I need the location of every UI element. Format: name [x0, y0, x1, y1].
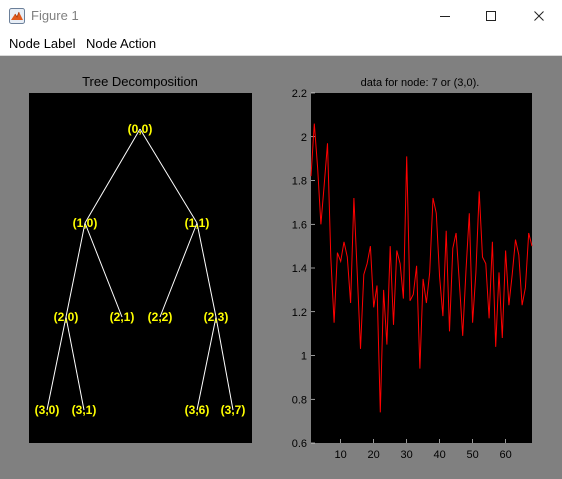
y-tick-label: 1.2 [292, 307, 307, 319]
y-tick-label: 2.2 [292, 88, 307, 100]
tree-node-1-0[interactable]: (1,0) [73, 216, 98, 230]
y-tick-label: 2 [301, 132, 307, 144]
minimize-icon [440, 15, 450, 17]
tree-node-0-0[interactable]: (0,0) [128, 122, 153, 136]
maximize-icon [486, 10, 496, 21]
tree-node-3-6[interactable]: (3,6) [185, 403, 210, 417]
y-tick-label: 1.4 [292, 263, 307, 275]
close-icon [534, 10, 544, 21]
menu-node-label[interactable]: Node Label [9, 36, 76, 51]
x-tick-label: 60 [499, 449, 511, 461]
y-tick-label: 1.6 [292, 219, 307, 231]
tree-node-2-0[interactable]: (2,0) [54, 310, 79, 324]
x-tick-label: 10 [335, 449, 347, 461]
y-tick-label: 0.6 [292, 438, 307, 450]
minimize-button[interactable] [422, 0, 468, 31]
tree-node-2-1[interactable]: (2,1) [110, 310, 135, 324]
x-tick-label: 20 [368, 449, 380, 461]
tree-node-2-3[interactable]: (2,3) [204, 310, 229, 324]
tree-node-1-1[interactable]: (1,1) [185, 216, 210, 230]
tree-node-3-7[interactable]: (3,7) [221, 403, 246, 417]
tree-node-3-0[interactable]: (3,0) [35, 403, 60, 417]
tree-axes [29, 93, 252, 443]
title-bar[interactable]: Figure 1 [0, 0, 562, 31]
tree-title: Tree Decomposition [82, 74, 198, 89]
y-tick-label: 1.8 [292, 176, 307, 188]
x-tick-label: 30 [401, 449, 413, 461]
x-tick-label: 40 [434, 449, 446, 461]
menu-bar: Node Label Node Action [0, 31, 562, 87]
window-title: Figure 1 [31, 8, 79, 23]
tree-node-2-2[interactable]: (2,2) [148, 310, 173, 324]
tree-node-3-1[interactable]: (3,1) [72, 403, 97, 417]
y-tick-label: 1 [301, 351, 307, 363]
plot-title: data for node: 7 or (3,0). [361, 77, 480, 89]
menu-node-action[interactable]: Node Action [86, 36, 156, 51]
matlab-figure-icon [9, 8, 25, 24]
y-tick-label: 0.8 [292, 394, 307, 406]
figure-canvas: Tree Decomposition (0,0) (1,0) (1,1) (2,… [0, 56, 562, 479]
x-tick-label: 50 [467, 449, 479, 461]
figure-window: Figure 1 Node Label Node Action Tree Dec… [0, 0, 562, 479]
plot-axes [311, 93, 532, 443]
maximize-button[interactable] [468, 0, 514, 31]
close-button[interactable] [516, 0, 562, 31]
